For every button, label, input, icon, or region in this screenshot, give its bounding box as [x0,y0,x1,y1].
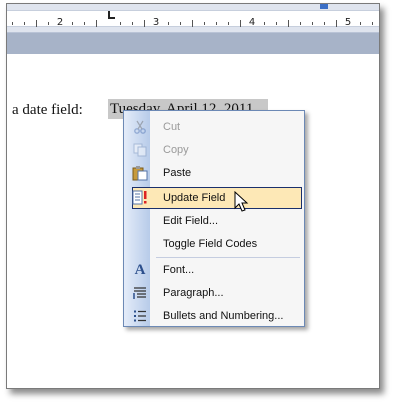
menu-item-paste[interactable]: Paste [124,162,304,184]
mouse-cursor-icon [234,191,249,212]
ruler-tick [336,20,337,27]
ruler-tick [324,22,325,25]
menu-item-toggle-field-codes[interactable]: Toggle Field Codes [124,233,304,255]
ruler-number: 2 [56,17,64,28]
paste-icon [132,165,148,181]
ruler-tick [12,22,13,25]
ruler-number: 3 [152,17,160,28]
ruler-tick [240,20,241,27]
font-icon: A [134,262,146,278]
ruler-tick [372,22,373,25]
ruler-tick [96,20,97,27]
menu-item-label: Cut [163,121,181,133]
left-tab-stop-marker[interactable] [108,11,115,19]
page-margin-band [7,33,379,54]
context-menu: Cut Copy Paste Update Field Edit Field..… [123,110,305,327]
ruler-number: 4 [248,17,256,28]
copy-icon [132,142,148,158]
menu-item-label: Paragraph... [163,287,224,299]
ruler-tick [216,22,217,25]
ruler-number: 5 [344,17,352,28]
menu-item-paragraph[interactable]: Paragraph... [124,282,304,304]
scissors-icon [132,119,148,135]
ruler-tick [36,20,37,27]
ruler-tick [84,22,85,25]
ruler-tick [312,22,313,25]
ruler-tick [300,22,301,25]
menu-item-label: Copy [163,144,189,156]
ruler-tick [168,22,169,25]
ruler-tick [72,22,73,25]
menu-item-label: Update Field [163,192,226,204]
menu-item-label: Edit Field... [163,215,219,227]
menu-item-label: Paste [163,167,192,179]
ruler-tick [288,20,289,27]
menu-item-label: Font... [163,264,195,276]
menu-item-edit-field[interactable]: Edit Field... [124,210,304,232]
bullets-icon [132,308,148,324]
ruler-tick [132,22,133,25]
document-text: a date field: [12,102,83,118]
ruler-tick [144,20,145,27]
ruler-tick [276,22,277,25]
ruler-tick [24,22,25,25]
ruler-tick [180,22,181,25]
ruler-tick [120,22,121,25]
menu-item-font[interactable]: A Font... [124,259,304,281]
menu-item-bullets-and-numbering[interactable]: Bullets and Numbering... [124,305,304,326]
screenshot-frame: 2 3 4 5 a date field: Tuesday, April 12,… [6,3,380,389]
ruler-strip: 2 3 4 5 [7,10,379,28]
ruler-tick [264,22,265,25]
paragraph-icon [132,285,148,301]
ruler-tick [204,22,205,25]
menu-item-cut[interactable]: Cut [124,116,304,138]
right-indent-marker[interactable] [320,4,328,9]
menu-item-update-field[interactable]: Update Field [132,187,302,209]
ruler-tick [228,22,229,25]
menu-separator [156,257,300,258]
ruler-tick [192,20,193,27]
menu-item-label: Toggle Field Codes [163,238,258,250]
menu-item-copy[interactable]: Copy [124,139,304,161]
ruler-tick [360,22,361,25]
menu-item-label: Bullets and Numbering... [163,310,284,322]
update-field-icon [132,190,148,206]
ruler-tick [48,22,49,25]
horizontal-ruler[interactable]: 2 3 4 5 [7,4,379,33]
